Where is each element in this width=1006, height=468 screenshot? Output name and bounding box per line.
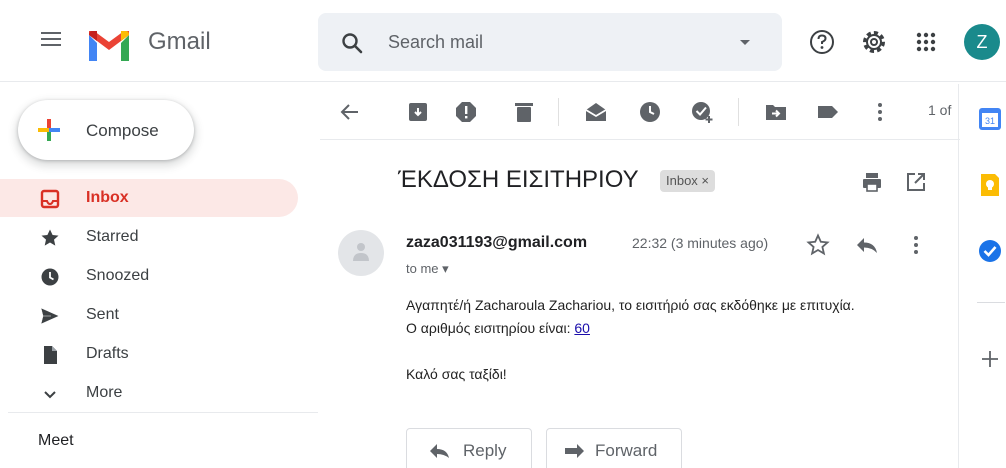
sidebar-item-drafts[interactable]: Drafts bbox=[0, 335, 298, 373]
main-menu-icon[interactable] bbox=[34, 28, 68, 58]
svg-text:31: 31 bbox=[985, 116, 995, 126]
sidebar-item-starred[interactable]: Starred bbox=[0, 218, 298, 256]
sidebar-item-label: Sent bbox=[86, 306, 119, 323]
sidebar-item-more[interactable]: More bbox=[0, 374, 298, 412]
snooze-clock-icon[interactable] bbox=[638, 100, 662, 124]
body-line-greeting: Αγαπητέ/ή Zacharoula Zachariou, το εισιτ… bbox=[406, 297, 855, 313]
meet-section-title: Meet bbox=[38, 432, 74, 449]
body-line-closing: Καλό σας ταξίδι! bbox=[406, 366, 507, 382]
sidebar-item-label: More bbox=[86, 384, 123, 401]
chevron-down-icon bbox=[44, 391, 56, 399]
add-task-icon[interactable] bbox=[690, 100, 714, 124]
inbox-label-chip[interactable]: Inbox × bbox=[660, 170, 716, 192]
forward-button[interactable]: Forward bbox=[546, 428, 682, 468]
open-in-new-window-icon[interactable] bbox=[904, 170, 928, 194]
star-icon bbox=[41, 229, 59, 246]
label-icon[interactable] bbox=[816, 100, 840, 124]
print-icon[interactable] bbox=[860, 170, 884, 194]
toolbar-separator bbox=[738, 98, 739, 126]
app-name: Gmail bbox=[148, 28, 211, 55]
sender-email[interactable]: zaza031193@gmail.com bbox=[406, 234, 587, 252]
search-options-icon[interactable] bbox=[738, 38, 752, 48]
search-bar[interactable]: Search mail bbox=[318, 13, 782, 71]
ticket-prefix: Ο αριθμός εισιτηρίου είναι: bbox=[406, 320, 575, 336]
reply-label: Reply bbox=[463, 441, 507, 460]
side-panel-rail: 31 bbox=[958, 84, 1006, 468]
sidebar-item-sent[interactable]: Sent bbox=[0, 296, 298, 334]
compose-label: Compose bbox=[86, 121, 159, 140]
toolbar-separator bbox=[558, 98, 559, 126]
top-bar: Gmail Search mail Z bbox=[0, 0, 1006, 82]
apps-grid-icon[interactable] bbox=[912, 28, 940, 56]
settings-gear-icon[interactable] bbox=[860, 28, 888, 56]
reply-icon bbox=[430, 444, 449, 458]
recipient-dropdown[interactable]: to me ▾ bbox=[406, 261, 449, 277]
forward-icon bbox=[565, 444, 584, 458]
inbox-icon bbox=[40, 189, 60, 209]
sidebar-item-inbox[interactable]: Inbox bbox=[0, 179, 298, 217]
search-icon[interactable] bbox=[340, 31, 364, 55]
message-timestamp: 22:32 (3 minutes ago) bbox=[632, 235, 769, 251]
star-outline-icon[interactable] bbox=[806, 233, 830, 257]
help-icon[interactable] bbox=[808, 28, 836, 56]
rail-divider bbox=[977, 302, 1005, 303]
more-vert-icon[interactable] bbox=[904, 233, 928, 257]
gmail-logo bbox=[89, 31, 129, 61]
mark-unread-icon[interactable] bbox=[584, 100, 608, 124]
message-toolbar: 1 of bbox=[320, 84, 960, 140]
email-subject: ΈΚΔΟΣΗ ΕΙΣΙΤΗΡΙΟΥ bbox=[398, 166, 639, 193]
clock-icon bbox=[41, 268, 59, 286]
sender-avatar bbox=[338, 230, 384, 276]
search-input[interactable]: Search mail bbox=[388, 32, 483, 53]
person-icon bbox=[353, 243, 369, 261]
body-line-ticket: Ο αριθμός εισιτηρίου είναι: 60 bbox=[406, 320, 590, 336]
sidebar-item-label: Drafts bbox=[86, 345, 129, 362]
add-addon-plus-icon[interactable] bbox=[977, 346, 1003, 372]
tasks-icon[interactable] bbox=[977, 238, 1003, 264]
back-arrow-icon[interactable] bbox=[338, 100, 362, 124]
reply-button[interactable]: Reply bbox=[406, 428, 532, 468]
sidebar-item-snoozed[interactable]: Snoozed bbox=[0, 257, 298, 295]
report-spam-icon[interactable] bbox=[454, 100, 478, 124]
ticket-number-link[interactable]: 60 bbox=[574, 320, 590, 336]
calendar-icon[interactable]: 31 bbox=[977, 106, 1003, 132]
move-to-icon[interactable] bbox=[764, 100, 788, 124]
draft-icon bbox=[44, 346, 57, 364]
delete-icon[interactable] bbox=[512, 100, 536, 124]
reply-arrow-icon[interactable] bbox=[854, 233, 880, 257]
forward-label: Forward bbox=[595, 441, 658, 460]
sidebar-divider bbox=[8, 412, 318, 413]
sidebar-item-label: Snoozed bbox=[86, 267, 150, 284]
pagination-text: 1 of bbox=[928, 102, 952, 118]
sidebar-item-label: Inbox bbox=[86, 189, 129, 206]
compose-button[interactable]: Compose bbox=[18, 100, 194, 160]
plus-icon bbox=[38, 119, 60, 141]
more-vert-icon[interactable] bbox=[868, 100, 892, 124]
send-icon bbox=[40, 307, 60, 325]
archive-icon[interactable] bbox=[406, 100, 430, 124]
account-avatar[interactable]: Z bbox=[964, 24, 1000, 60]
keep-notes-icon[interactable] bbox=[977, 172, 1003, 198]
sidebar-item-label: Starred bbox=[86, 228, 139, 245]
